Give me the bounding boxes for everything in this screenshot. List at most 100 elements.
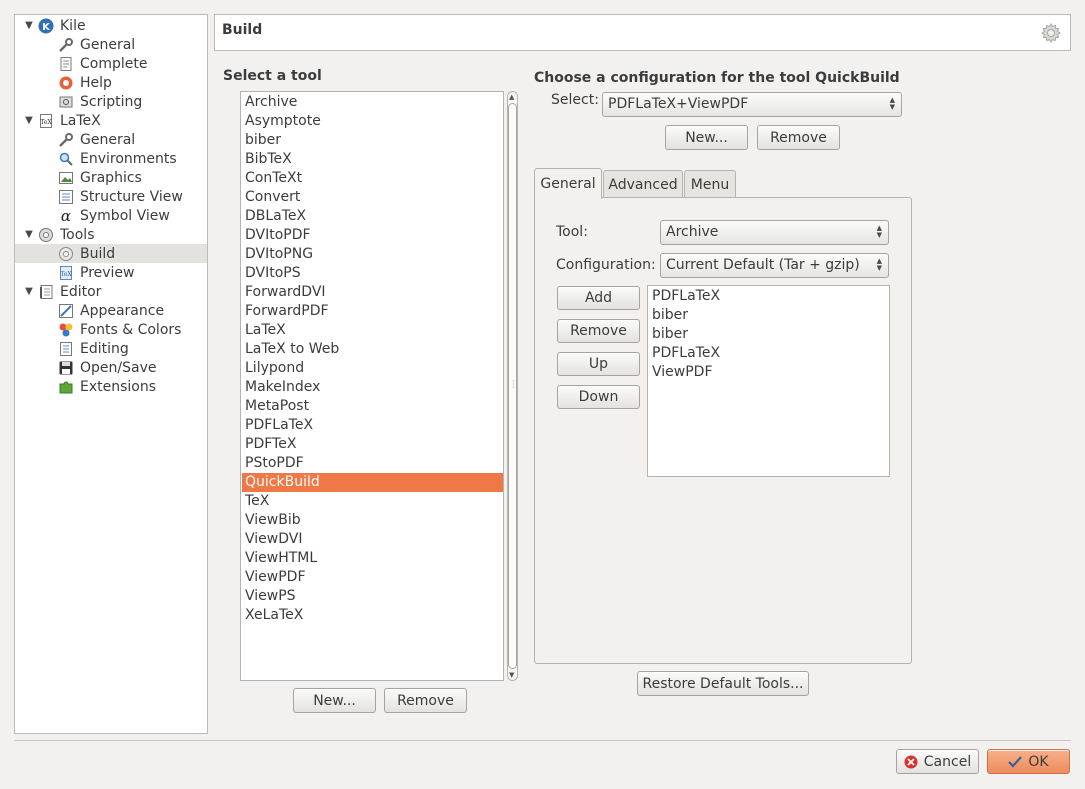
build-step-item[interactable]: ViewPDF bbox=[652, 363, 713, 382]
tab-general-label: General bbox=[540, 176, 596, 192]
tool-list-item[interactable]: PStoPDF bbox=[242, 454, 503, 473]
build-step-item[interactable]: biber bbox=[652, 325, 688, 344]
tree-item-preview[interactable]: TeX Preview bbox=[15, 263, 207, 282]
tool-list-item[interactable]: LaTeX bbox=[242, 321, 503, 340]
alpha-symbol-icon: α bbox=[58, 208, 74, 224]
page-header: Build bbox=[214, 14, 1071, 51]
config-select[interactable]: PDFLaTeX+ViewPDF ▲ ▼ bbox=[602, 92, 902, 117]
tool-list-item[interactable]: PDFLaTeX bbox=[242, 416, 503, 435]
tree-item-label: Environments bbox=[80, 150, 177, 167]
tool-list-item[interactable]: DBLaTeX bbox=[242, 207, 503, 226]
splitter-handle[interactable]: · · · bbox=[512, 378, 515, 392]
tool-list-item[interactable]: ConTeXt bbox=[242, 169, 503, 188]
up-button[interactable]: Up bbox=[557, 352, 640, 376]
tool-list-item[interactable]: biber bbox=[242, 131, 503, 150]
configuration-select[interactable]: Current Default (Tar + gzip) ▲ ▼ bbox=[660, 253, 889, 278]
help-lifebuoy-icon bbox=[58, 75, 74, 91]
tree-item-editing[interactable]: Editing bbox=[15, 339, 207, 358]
tool-list-item[interactable]: Archive bbox=[242, 93, 503, 112]
scroll-down-icon[interactable]: ▼ bbox=[509, 671, 514, 679]
tree-item-kile[interactable]: ▼ K Kile bbox=[15, 16, 207, 35]
tool-list-item[interactable]: Lilypond bbox=[242, 359, 503, 378]
tool-list-item[interactable]: ForwardPDF bbox=[242, 302, 503, 321]
expand-arrow-icon[interactable]: ▼ bbox=[24, 20, 34, 31]
tools-gear-icon bbox=[38, 227, 54, 243]
tool-list-item[interactable]: MetaPost bbox=[242, 397, 503, 416]
tree-item-label: Symbol View bbox=[80, 207, 170, 224]
ok-button[interactable]: OK bbox=[987, 749, 1070, 774]
tool-list-item[interactable]: DVItoPS bbox=[242, 264, 503, 283]
tree-item-scripting[interactable]: Scripting bbox=[15, 92, 207, 111]
expand-arrow-icon[interactable]: ▼ bbox=[24, 286, 34, 297]
build-steps-list[interactable]: PDFLaTeX biber biber PDFLaTeX ViewPDF bbox=[647, 285, 890, 477]
tree-item-graphics[interactable]: Graphics bbox=[15, 168, 207, 187]
remove-config-button[interactable]: Remove bbox=[757, 125, 840, 150]
expand-arrow-icon[interactable]: ▼ bbox=[24, 229, 34, 240]
tool-list-item[interactable]: ViewPDF bbox=[242, 568, 503, 587]
tool-list-item[interactable]: DVItoPDF bbox=[242, 226, 503, 245]
check-icon bbox=[1008, 755, 1023, 768]
tree-item-general[interactable]: General bbox=[15, 130, 207, 149]
tool-list-item[interactable]: ViewDVI bbox=[242, 530, 503, 549]
tool-list[interactable]: Archive Asymptote biber BibTeX ConTeXt Conver… bbox=[240, 91, 504, 681]
tree-item-label: Fonts & Colors bbox=[80, 321, 182, 338]
tree-item-editor[interactable]: ▼ Editor bbox=[15, 282, 207, 301]
tool-list-item[interactable]: PDFTeX bbox=[242, 435, 503, 454]
select-tool-title: Select a tool bbox=[223, 68, 322, 84]
build-step-item[interactable]: PDFLaTeX bbox=[652, 287, 720, 306]
tree-item-environments[interactable]: Environments bbox=[15, 149, 207, 168]
tool-list-item[interactable]: MakeIndex bbox=[242, 378, 503, 397]
tool-list-item[interactable]: DVItoPNG bbox=[242, 245, 503, 264]
combo-updown-icon: ▲ ▼ bbox=[876, 224, 882, 239]
restore-default-tools-button[interactable]: Restore Default Tools... bbox=[637, 671, 809, 696]
tree-item-fonts-colors[interactable]: Fonts & Colors bbox=[15, 320, 207, 339]
tree-item-tools[interactable]: ▼ Tools bbox=[15, 225, 207, 244]
tab-advanced[interactable]: Advanced bbox=[603, 170, 683, 199]
tool-list-item[interactable]: Asymptote bbox=[242, 112, 503, 131]
remove-tool-button[interactable]: Remove bbox=[384, 688, 467, 713]
tree-item-label: Scripting bbox=[80, 93, 143, 110]
tree-item-latex[interactable]: ▼ TeX LaTeX bbox=[15, 111, 207, 130]
build-step-item[interactable]: biber bbox=[652, 306, 688, 325]
graphics-icon bbox=[58, 170, 74, 186]
new-tool-button[interactable]: New... bbox=[293, 688, 376, 713]
tool-list-item[interactable]: TeX bbox=[242, 492, 503, 511]
expand-arrow-icon[interactable]: ▼ bbox=[24, 115, 34, 126]
tool-list-item[interactable]: BibTeX bbox=[242, 150, 503, 169]
tool-list-item[interactable]: LaTeX to Web bbox=[242, 340, 503, 359]
tree-item-structure-view[interactable]: Structure View bbox=[15, 187, 207, 206]
tool-list-item[interactable]: ViewHTML bbox=[242, 549, 503, 568]
tree-item-appearance[interactable]: Appearance bbox=[15, 301, 207, 320]
tool-list-item[interactable]: XeLaTeX bbox=[242, 606, 503, 625]
new-config-button[interactable]: New... bbox=[665, 125, 748, 150]
tree-item-general[interactable]: General bbox=[15, 35, 207, 54]
tool-select[interactable]: Archive ▲ ▼ bbox=[660, 220, 889, 245]
tool-list-item[interactable]: ForwardDVI bbox=[242, 283, 503, 302]
tree-item-complete[interactable]: Complete bbox=[15, 54, 207, 73]
document-icon bbox=[58, 56, 74, 72]
tree-item-build[interactable]: Build bbox=[15, 244, 207, 263]
build-step-item[interactable]: PDFLaTeX bbox=[652, 344, 720, 363]
tool-list-item[interactable]: QuickBuild bbox=[242, 473, 503, 492]
down-button[interactable]: Down bbox=[557, 385, 640, 409]
tree-item-help[interactable]: Help bbox=[15, 73, 207, 92]
tex-preview-icon: TeX bbox=[58, 265, 74, 281]
tree-item-open-save[interactable]: Open/Save bbox=[15, 358, 207, 377]
tab-menu[interactable]: Menu bbox=[684, 170, 736, 199]
tool-list-item[interactable]: ViewPS bbox=[242, 587, 503, 606]
restore-default-tools-label: Restore Default Tools... bbox=[642, 675, 804, 692]
tree-item-symbol-view[interactable]: α Symbol View bbox=[15, 206, 207, 225]
remove-step-button[interactable]: Remove bbox=[557, 319, 640, 343]
scroll-up-icon[interactable]: ▲ bbox=[509, 93, 514, 101]
tool-list-item[interactable]: ViewBib bbox=[242, 511, 503, 530]
tab-general[interactable]: General bbox=[534, 168, 602, 199]
tree-item-label: LaTeX bbox=[60, 112, 101, 129]
tree-item-label: Help bbox=[80, 74, 112, 91]
select-label: Select: bbox=[551, 92, 599, 108]
cancel-button[interactable]: Cancel bbox=[896, 749, 979, 774]
tree-item-label: Editing bbox=[80, 340, 129, 357]
tool-list-item[interactable]: Convert bbox=[242, 188, 503, 207]
add-button[interactable]: Add bbox=[557, 286, 640, 310]
tree-item-extensions[interactable]: Extensions bbox=[15, 377, 207, 396]
settings-tree[interactable]: ▼ K Kile General Complete Help Scripting ▼ TeX La… bbox=[14, 14, 208, 734]
